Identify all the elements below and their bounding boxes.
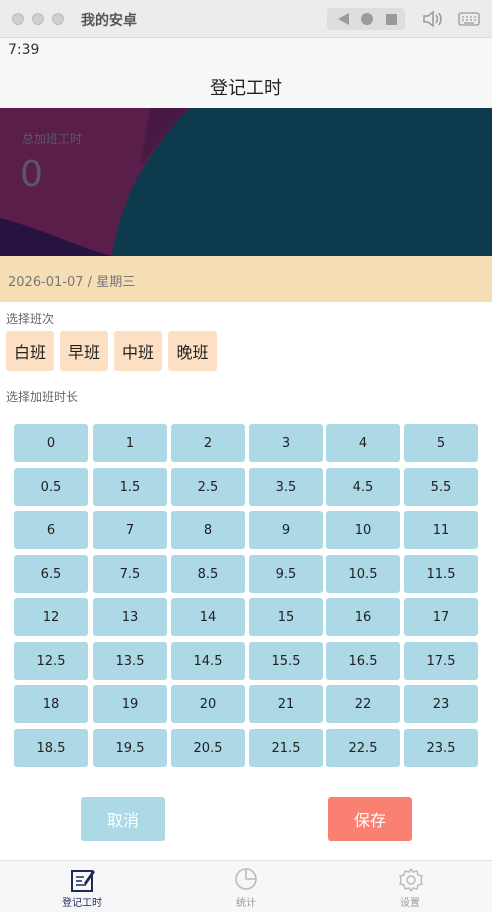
total-overtime-value: 0 — [20, 154, 43, 195]
total-overtime-label: 总加班工时 — [22, 132, 83, 146]
hour-option-button[interactable]: 18 — [14, 685, 88, 723]
hour-option-button[interactable]: 11.5 — [404, 555, 478, 593]
hour-option-button[interactable]: 0 — [14, 424, 88, 462]
close-window-button[interactable] — [12, 13, 24, 25]
hour-option-button[interactable]: 15 — [249, 598, 323, 636]
home-icon[interactable] — [355, 8, 379, 30]
page-title: 登记工时 — [210, 78, 282, 99]
hour-option-button[interactable]: 20 — [171, 685, 245, 723]
hour-option-button[interactable]: 13 — [93, 598, 167, 636]
hour-option-button[interactable]: 14.5 — [171, 642, 245, 680]
edit-icon — [71, 870, 95, 892]
status-time: 7:39 — [8, 42, 40, 58]
hour-option-button[interactable]: 16.5 — [326, 642, 400, 680]
hour-option-button[interactable]: 10.5 — [326, 555, 400, 593]
hour-option-button[interactable]: 22.5 — [326, 729, 400, 767]
hour-option-button[interactable]: 11 — [404, 511, 478, 549]
hour-option-button[interactable]: 4.5 — [326, 468, 400, 506]
hour-option-button[interactable]: 12 — [14, 598, 88, 636]
tab-settings[interactable]: 设置 — [328, 861, 492, 913]
minimize-window-button[interactable] — [32, 13, 44, 25]
tab-label-settings: 设置 — [400, 898, 420, 909]
hour-option-button[interactable]: 5.5 — [404, 468, 478, 506]
bottom-tab-bar: 登记工时 统计 设置 — [0, 860, 492, 912]
hour-option-button[interactable]: 5 — [404, 424, 478, 462]
shift-button-early[interactable]: 早班 — [60, 331, 108, 371]
status-bar: 7:39 — [0, 38, 492, 62]
hour-option-button[interactable]: 8 — [171, 511, 245, 549]
hour-option-button[interactable]: 18.5 — [14, 729, 88, 767]
tab-register-hours[interactable]: 登记工时 — [0, 861, 164, 913]
hour-option-button[interactable]: 9 — [249, 511, 323, 549]
tab-label-register: 登记工时 — [62, 898, 102, 909]
date-bar[interactable]: 2026-01-07 / 星期三 — [0, 256, 492, 302]
recents-icon[interactable] — [379, 8, 403, 30]
shift-button-day[interactable]: 白班 — [6, 331, 54, 371]
hour-option-button[interactable]: 21.5 — [249, 729, 323, 767]
hour-option-button[interactable]: 1 — [93, 424, 167, 462]
gear-icon — [399, 868, 423, 892]
hour-option-button[interactable]: 1.5 — [93, 468, 167, 506]
tab-label-statistics: 统计 — [236, 898, 256, 909]
hour-option-button[interactable]: 22 — [326, 685, 400, 723]
tab-statistics[interactable]: 统计 — [164, 861, 328, 913]
back-icon[interactable] — [331, 8, 355, 30]
maximize-window-button[interactable] — [52, 13, 64, 25]
hour-option-button[interactable]: 2.5 — [171, 468, 245, 506]
hour-option-button[interactable]: 0.5 — [14, 468, 88, 506]
device-nav-controls — [327, 8, 405, 30]
app-header: 登记工时 — [0, 62, 492, 108]
hour-option-button[interactable]: 17 — [404, 598, 478, 636]
hour-option-button[interactable]: 10 — [326, 511, 400, 549]
keyboard-icon[interactable] — [458, 12, 480, 26]
hour-option-button[interactable]: 6 — [14, 511, 88, 549]
hours-section-label: 选择加班时长 — [6, 390, 79, 404]
hour-option-button[interactable]: 6.5 — [14, 555, 88, 593]
window-title: 我的安卓 — [81, 13, 137, 29]
overtime-banner: 总加班工时 0 — [0, 108, 492, 256]
hour-option-button[interactable]: 23 — [404, 685, 478, 723]
hour-option-button[interactable]: 21 — [249, 685, 323, 723]
hour-option-button[interactable]: 15.5 — [249, 642, 323, 680]
cancel-button[interactable]: 取消 — [81, 797, 165, 841]
hour-option-button[interactable]: 16 — [326, 598, 400, 636]
save-button[interactable]: 保存 — [328, 797, 412, 841]
shift-button-middle[interactable]: 中班 — [114, 331, 162, 371]
hour-option-button[interactable]: 17.5 — [404, 642, 478, 680]
hour-option-button[interactable]: 23.5 — [404, 729, 478, 767]
window-titlebar: 我的安卓 — [0, 0, 492, 38]
hour-option-button[interactable]: 20.5 — [171, 729, 245, 767]
pie-chart-icon — [235, 868, 257, 890]
hour-option-button[interactable]: 14 — [171, 598, 245, 636]
hour-option-button[interactable]: 8.5 — [171, 555, 245, 593]
hour-option-button[interactable]: 7.5 — [93, 555, 167, 593]
shift-section-label: 选择班次 — [6, 312, 55, 326]
hour-option-button[interactable]: 13.5 — [93, 642, 167, 680]
hour-option-button[interactable]: 7 — [93, 511, 167, 549]
hour-option-button[interactable]: 3 — [249, 424, 323, 462]
date-text: 2026-01-07 / 星期三 — [8, 275, 136, 290]
shift-button-night[interactable]: 晚班 — [168, 331, 217, 371]
hour-option-button[interactable]: 4 — [326, 424, 400, 462]
hour-option-button[interactable]: 2 — [171, 424, 245, 462]
hour-option-button[interactable]: 12.5 — [14, 642, 88, 680]
hour-option-button[interactable]: 19.5 — [93, 729, 167, 767]
hour-option-button[interactable]: 9.5 — [249, 555, 323, 593]
hour-option-button[interactable]: 19 — [93, 685, 167, 723]
volume-icon[interactable] — [422, 10, 444, 28]
hour-option-button[interactable]: 3.5 — [249, 468, 323, 506]
